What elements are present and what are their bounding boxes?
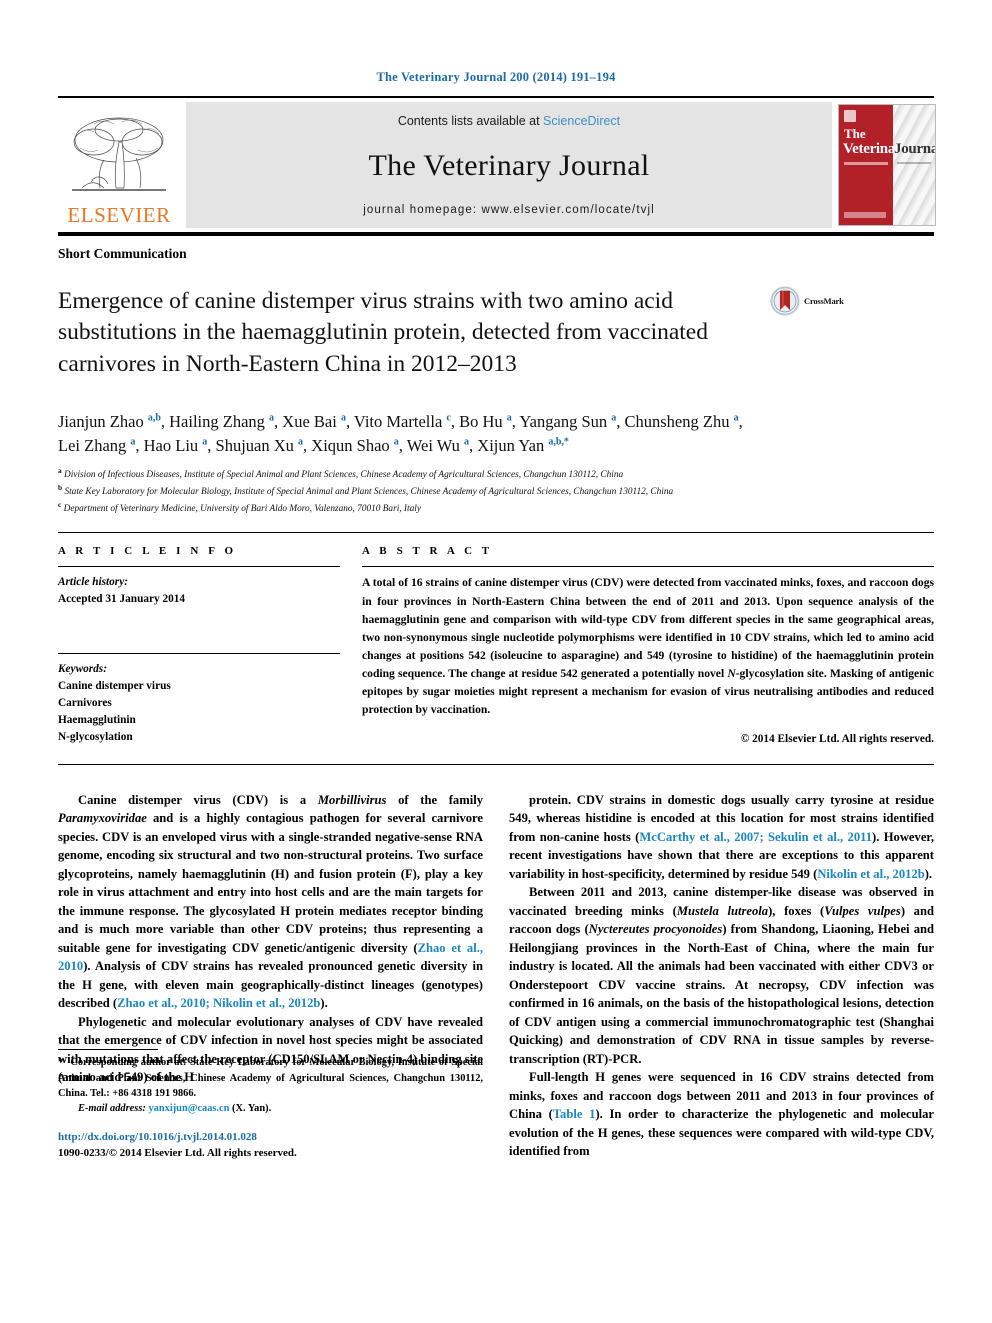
affiliation-a: a Division of Infectious Diseases, Insti… bbox=[58, 465, 624, 480]
page-title: Emergence of canine distemper virus stra… bbox=[58, 287, 708, 377]
keyword-list: Canine distemper virus Carnivores Haemag… bbox=[58, 678, 340, 746]
author-line-1: Jianjun Zhao a,b, Hailing Zhang a, Xue B… bbox=[58, 411, 743, 431]
keyword-item: Canine distemper virus bbox=[58, 680, 171, 693]
email-link[interactable]: yanxijun@caas.cn bbox=[148, 1103, 229, 1114]
masthead-center-panel: Contents lists available at ScienceDirec… bbox=[186, 102, 832, 228]
cover-elsevier-icon bbox=[844, 110, 856, 122]
body-paragraph: Canine distemper virus (CDV) is a Morbil… bbox=[58, 792, 483, 1011]
article-type-label: Short Communication bbox=[58, 246, 187, 261]
contents-prefix: Contents lists available at bbox=[397, 114, 544, 128]
title-row: Emergence of canine distemper virus stra… bbox=[58, 270, 934, 396]
cover-line-journal: Journal bbox=[894, 141, 935, 157]
body-paragraph: Full-length H genes were sequenced in 16… bbox=[509, 1070, 934, 1159]
journal-homepage[interactable]: journal homepage: www.elsevier.com/locat… bbox=[363, 204, 655, 216]
keywords-label: Keywords: bbox=[58, 663, 107, 676]
article-info-column: A R T I C L E I N F O Article history: A… bbox=[58, 545, 362, 746]
journal-cover-thumbnail: The Veterinary Journal bbox=[838, 104, 936, 226]
info-section-top-rule bbox=[58, 532, 934, 534]
author-list: Jianjun Zhao a,b, Hailing Zhang a, Xue B… bbox=[58, 410, 934, 458]
keyword-item: Carnivores bbox=[58, 697, 112, 710]
abstract-column: A B S T R A C T A total of 16 strains of… bbox=[362, 545, 934, 746]
body-paragraph: protein. CDV strains in domestic dogs us… bbox=[509, 792, 934, 881]
abstract-heading: A B S T R A C T bbox=[362, 545, 493, 558]
email-note: E-mail address: yanxijun@caas.cn (X. Yan… bbox=[58, 1101, 483, 1116]
body-right-column: protein. CDV strains in domestic dogs us… bbox=[509, 791, 934, 1161]
journal-article-page: The Veterinary Journal 200 (2014) 191–19… bbox=[0, 0, 992, 1323]
keyword-item: N-glycosylation bbox=[58, 731, 133, 744]
crossmark-icon bbox=[770, 286, 800, 316]
keyword-item: Haemagglutinin bbox=[58, 714, 136, 727]
email-owner: (X. Yan). bbox=[232, 1103, 272, 1115]
issn-copyright: 1090-0233/© 2014 Elsevier Ltd. All right… bbox=[58, 1146, 297, 1159]
cover-line-the: The bbox=[844, 126, 866, 141]
doi-link[interactable]: http://dx.doi.org/10.1016/j.tvjl.2014.01… bbox=[58, 1130, 483, 1145]
affiliation-list: a Division of Infectious Diseases, Insti… bbox=[58, 465, 934, 517]
corresponding-author-note: * Corresponding author at: State Key Lab… bbox=[58, 1057, 483, 1100]
article-info-heading: A R T I C L E I N F O bbox=[58, 545, 237, 558]
body-paragraph: Between 2011 and 2013, canine distemper-… bbox=[509, 885, 935, 1066]
journal-masthead: ELSEVIER Contents lists available at Sci… bbox=[58, 102, 936, 228]
elsevier-logo: ELSEVIER bbox=[58, 102, 180, 228]
affiliation-b: b State Key Laboratory for Molecular Bio… bbox=[58, 482, 674, 498]
body-columns: Canine distemper virus (CDV) is a Morbil… bbox=[58, 791, 934, 1161]
email-label: E-mail address: bbox=[78, 1103, 146, 1115]
running-head: The Veterinary Journal 200 (2014) 191–19… bbox=[376, 70, 616, 84]
sciencedirect-link[interactable]: ScienceDirect bbox=[543, 114, 620, 128]
contents-lists-line: Contents lists available at ScienceDirec… bbox=[398, 114, 620, 128]
abstract-copyright: © 2014 Elsevier Ltd. All rights reserved… bbox=[740, 733, 934, 746]
body-left-column: Canine distemper virus (CDV) is a Morbil… bbox=[58, 791, 483, 1161]
crossmark-badge[interactable]: CrossMark bbox=[770, 286, 866, 316]
abstract-bottom-rule bbox=[58, 763, 934, 765]
crossmark-label: CrossMark bbox=[804, 296, 844, 306]
affiliation-c: c Department of Veterinary Medicine, Uni… bbox=[58, 500, 421, 515]
author-line-2: Lei Zhang a, Hao Liu a, Shujuan Xu a, Xi… bbox=[58, 435, 569, 455]
header-rule bbox=[58, 96, 934, 98]
footnote-rule bbox=[58, 1049, 158, 1051]
info-abstract-block: A R T I C L E I N F O Article history: A… bbox=[58, 545, 934, 746]
masthead-bottom-rule bbox=[58, 232, 934, 236]
doi-block: http://dx.doi.org/10.1016/j.tvjl.2014.01… bbox=[58, 1130, 483, 1161]
elsevier-tree-icon bbox=[72, 117, 166, 191]
abstract-text: A total of 16 strains of canine distempe… bbox=[362, 576, 934, 716]
elsevier-wordmark: ELSEVIER bbox=[67, 203, 171, 227]
article-history-label: Article history: bbox=[58, 576, 128, 589]
footnote-block: * Corresponding author at: State Key Lab… bbox=[58, 1049, 483, 1161]
article-history-value: Accepted 31 January 2014 bbox=[58, 593, 186, 606]
journal-title: The Veterinary Journal bbox=[368, 149, 650, 182]
